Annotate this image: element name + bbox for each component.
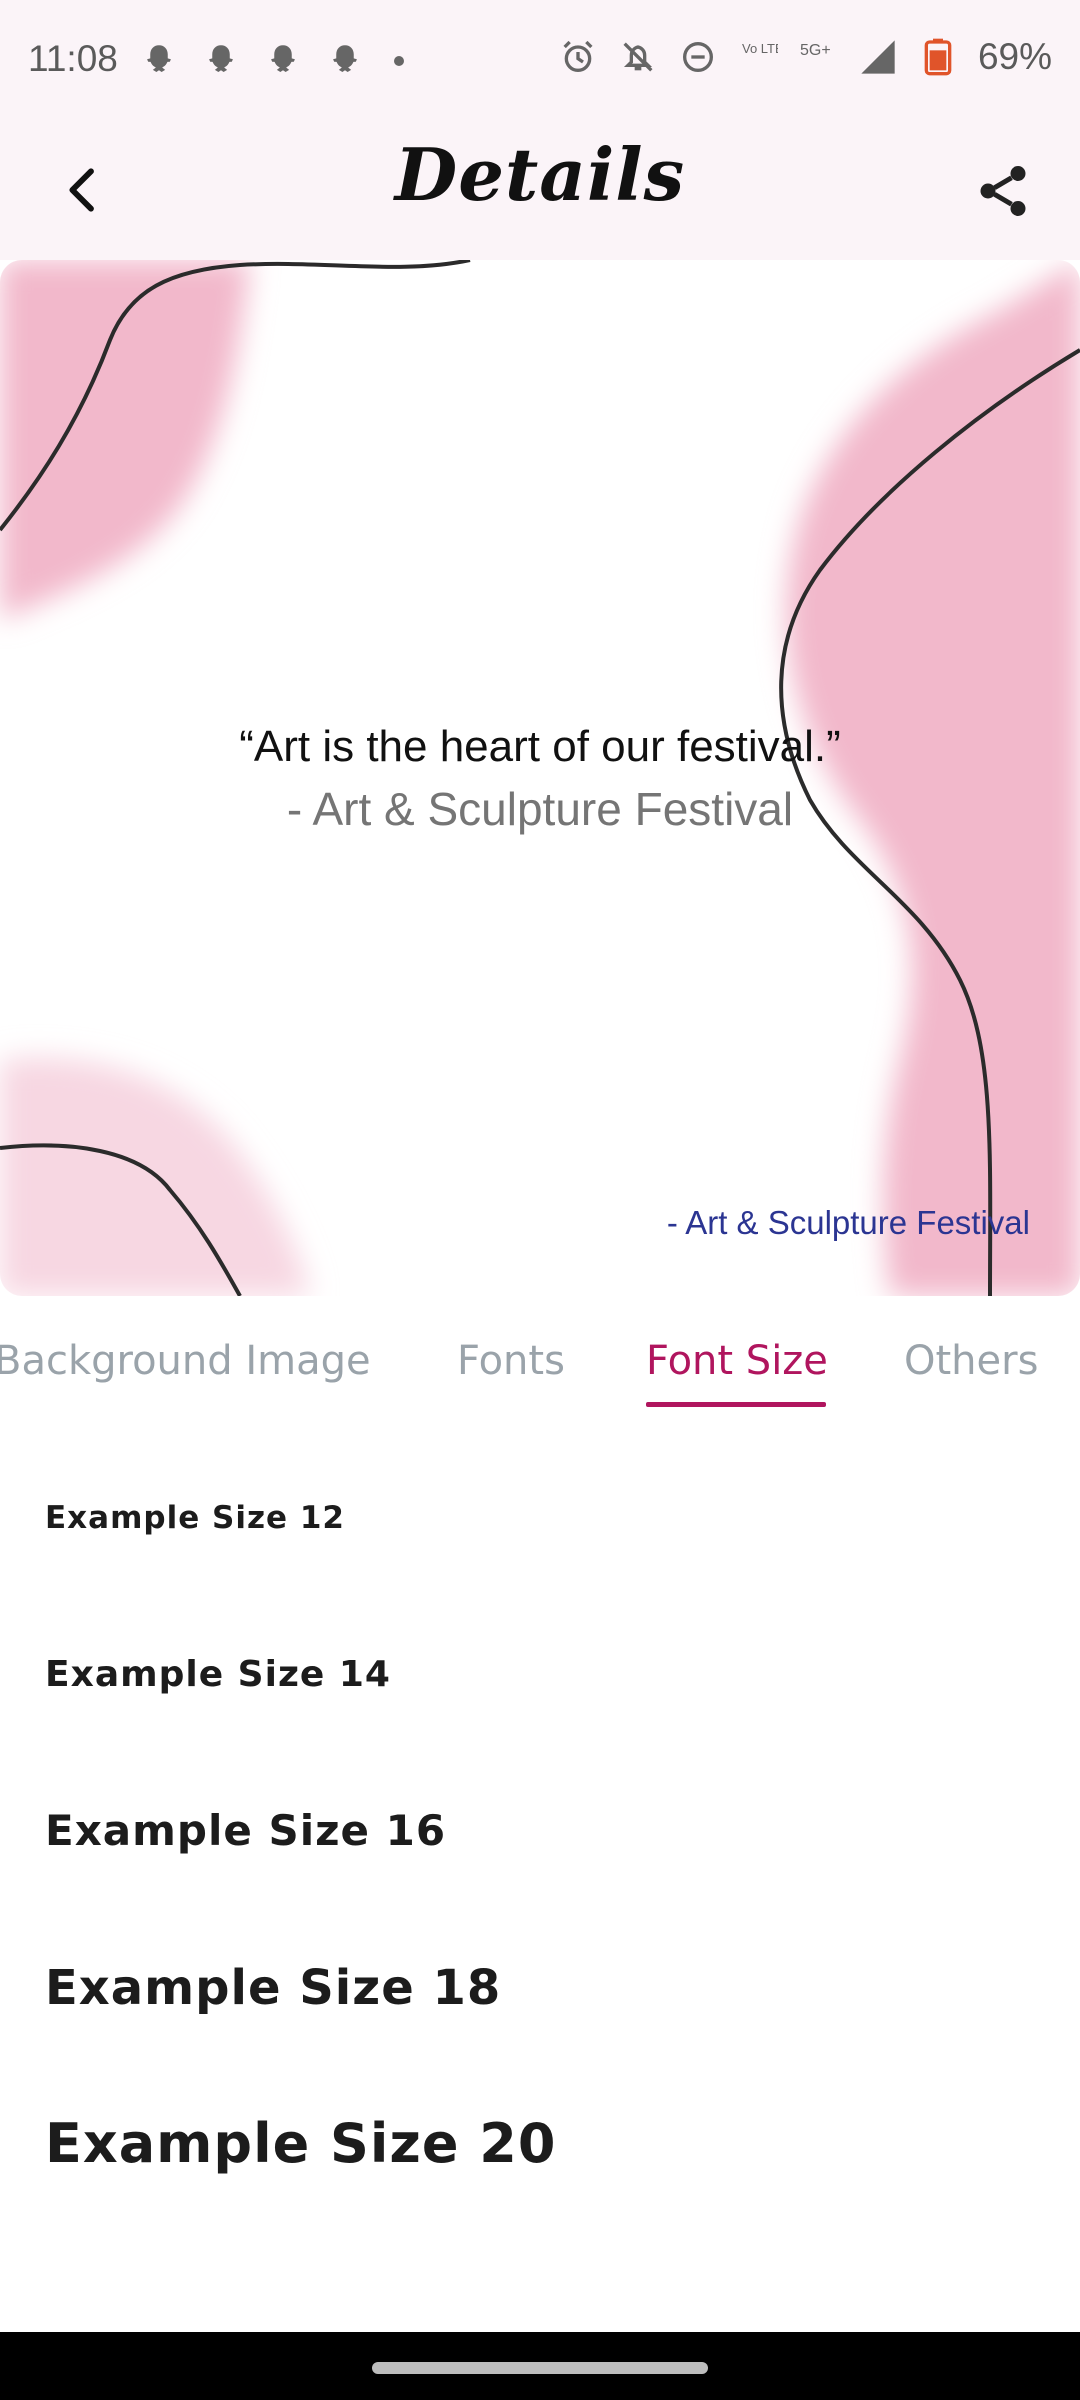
- battery-percentage: 69%: [977, 36, 1052, 77]
- font-size-option-20[interactable]: Example Size 20: [45, 2112, 556, 2175]
- system-icons: Vo LTE 5G+ 69%: [558, 36, 1052, 78]
- snapchat-ghost-icon: [147, 45, 171, 73]
- status-time: 11:08: [28, 38, 118, 79]
- app-header: Details: [0, 126, 1080, 260]
- alarm-icon: [563, 40, 593, 72]
- tab-fonts[interactable]: Fonts: [457, 1338, 565, 1384]
- share-button[interactable]: [966, 154, 1040, 228]
- quote-text: “Art is the heart of our festival.”: [239, 722, 841, 771]
- tab-font-size[interactable]: Font Size: [646, 1338, 828, 1384]
- 5g-text: 5G+: [800, 42, 831, 59]
- option-tabs: Background Image Fonts Font Size Others: [0, 1296, 1080, 1412]
- volte-text: Vo LTE: [742, 41, 778, 56]
- signal-icon: [861, 40, 895, 74]
- home-gesture-handle[interactable]: [372, 2362, 708, 2374]
- font-size-option-16[interactable]: Example Size 16: [45, 1806, 446, 1855]
- snapchat-ghost-icon: [271, 45, 295, 73]
- bell-muted-icon: [623, 42, 653, 72]
- status-bar: 11:08 Vo LTE 5G+ 69%: [0, 0, 1080, 126]
- font-size-option-14[interactable]: Example Size 14: [45, 1654, 391, 1695]
- quote-author: - Art & Sculpture Festival: [286, 783, 794, 835]
- quote-preview-card: “Art is the heart of our festival.” - Ar…: [0, 260, 1080, 1296]
- corner-author: - Art & Sculpture Festival: [666, 1204, 1030, 1241]
- tab-background-image[interactable]: Background Image: [0, 1338, 371, 1384]
- active-tab-indicator: [646, 1402, 826, 1407]
- font-size-option-18[interactable]: Example Size 18: [45, 1960, 501, 2016]
- tab-others[interactable]: Others: [904, 1338, 1038, 1384]
- notification-icons: [138, 40, 404, 82]
- background-image: [0, 260, 1080, 1296]
- dot-icon: [394, 56, 404, 66]
- page-title: Details: [394, 132, 686, 217]
- snapchat-ghost-icon: [333, 45, 357, 73]
- system-nav-bar: [0, 2332, 1080, 2400]
- 5g-icon: 5G+: [800, 42, 831, 59]
- dnd-icon: [682, 42, 713, 72]
- battery-icon: [924, 38, 952, 76]
- snapchat-ghost-icon: [209, 45, 233, 73]
- volte-icon: Vo LTE: [742, 41, 778, 56]
- share-icon: [980, 166, 1026, 216]
- font-size-option-12[interactable]: Example Size 12: [45, 1500, 345, 1536]
